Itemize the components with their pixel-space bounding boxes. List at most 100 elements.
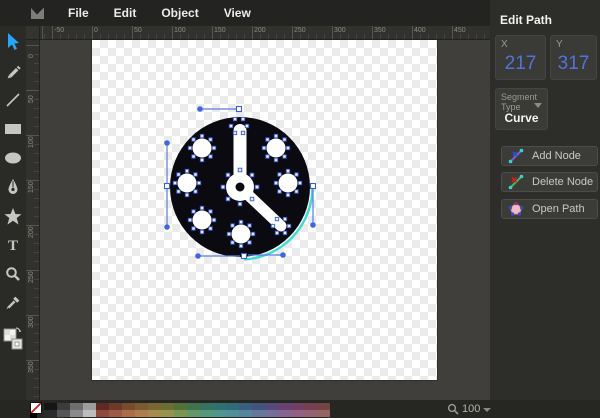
- palette-color[interactable]: [278, 403, 291, 410]
- pencil-tool-icon[interactable]: [2, 58, 24, 84]
- svg-text:T: T: [8, 238, 18, 253]
- palette-color[interactable]: [109, 403, 122, 410]
- palette-color[interactable]: [44, 410, 57, 417]
- current-color-swatch[interactable]: [30, 413, 37, 418]
- text-tool-icon[interactable]: T: [2, 232, 24, 258]
- open-path-icon: [508, 201, 524, 217]
- menu-file[interactable]: File: [64, 4, 93, 22]
- h-ruler-label: 50: [134, 27, 142, 34]
- palette-color[interactable]: [187, 403, 200, 410]
- vertical-ruler: 050100150200250300350400: [26, 40, 40, 400]
- x-field-value[interactable]: 217: [496, 53, 545, 75]
- app-window: File Edit Object View T: [0, 0, 600, 418]
- y-coordinate-field[interactable]: Y 317: [550, 35, 597, 80]
- menu-bar: File Edit Object View: [0, 0, 490, 26]
- palette-color[interactable]: [135, 410, 148, 417]
- horizontal-ruler: -50050100150200250300350400450: [40, 26, 490, 40]
- palette-color[interactable]: [304, 403, 317, 410]
- zoom-dropdown-arrow-icon[interactable]: [483, 408, 491, 412]
- zoom-tool-icon[interactable]: [2, 261, 24, 287]
- delete-node-label: Delete Node: [532, 176, 593, 188]
- segment-type-dropdown[interactable]: Segment Type Curve: [495, 88, 548, 130]
- palette-color[interactable]: [265, 403, 278, 410]
- palette-color[interactable]: [304, 410, 317, 417]
- x-coordinate-field[interactable]: X 217: [495, 35, 546, 80]
- line-tool-icon[interactable]: [2, 87, 24, 113]
- palette-color[interactable]: [278, 410, 291, 417]
- palette-color[interactable]: [239, 403, 252, 410]
- palette-color[interactable]: [70, 403, 83, 410]
- edit-path-panel: Edit Path X 217 Y 317 Segment Type Curve…: [490, 0, 600, 418]
- chevron-down-icon[interactable]: [534, 103, 542, 108]
- delete-node-icon: [508, 174, 524, 190]
- menu-view[interactable]: View: [220, 4, 255, 22]
- y-field-label: Y: [556, 39, 563, 50]
- palette-color[interactable]: [200, 410, 213, 417]
- palette-color[interactable]: [70, 410, 83, 417]
- v-ruler-label: 50: [28, 95, 35, 103]
- palette-color[interactable]: [83, 410, 96, 417]
- delete-node-button[interactable]: Delete Node: [501, 172, 598, 192]
- y-field-value[interactable]: 317: [551, 53, 596, 75]
- fill-stroke-swatches[interactable]: [2, 319, 24, 359]
- palette-color[interactable]: [265, 410, 278, 417]
- palette-color[interactable]: [174, 410, 187, 417]
- eyedropper-tool-icon[interactable]: [2, 290, 24, 316]
- h-ruler-label: 400: [414, 27, 426, 34]
- segment-type-value: Curve: [496, 111, 547, 125]
- add-node-button[interactable]: Add Node: [501, 146, 598, 166]
- palette-color[interactable]: [44, 403, 57, 410]
- palette-color[interactable]: [252, 410, 265, 417]
- palette-color[interactable]: [135, 403, 148, 410]
- v-ruler-label: 200: [28, 226, 35, 238]
- palette-color[interactable]: [161, 410, 174, 417]
- h-ruler-label: 100: [174, 27, 186, 34]
- zoom-level-value[interactable]: 100: [462, 403, 480, 415]
- palette-color[interactable]: [148, 403, 161, 410]
- star-tool-icon[interactable]: [2, 203, 24, 229]
- palette-color[interactable]: [148, 410, 161, 417]
- work-area: [40, 40, 490, 400]
- palette-color[interactable]: [187, 410, 200, 417]
- open-path-label: Open Path: [532, 203, 585, 215]
- palette-color[interactable]: [57, 403, 70, 410]
- app-logo-icon: [30, 6, 46, 20]
- v-ruler-label: 150: [28, 181, 35, 193]
- palette-color[interactable]: [57, 410, 70, 417]
- palette-color[interactable]: [317, 403, 330, 410]
- pen-tool-icon[interactable]: [2, 174, 24, 200]
- canvas[interactable]: [92, 40, 437, 380]
- palette-color[interactable]: [122, 403, 135, 410]
- zoom-control[interactable]: 100: [447, 403, 491, 415]
- select-tool-icon[interactable]: [2, 29, 24, 55]
- palette-color[interactable]: [200, 403, 213, 410]
- palette-color[interactable]: [213, 410, 226, 417]
- palette-color[interactable]: [239, 410, 252, 417]
- palette-color[interactable]: [291, 403, 304, 410]
- menu-edit[interactable]: Edit: [110, 4, 141, 22]
- palette-color[interactable]: [317, 410, 330, 417]
- add-node-label: Add Node: [532, 150, 581, 162]
- palette-color[interactable]: [96, 403, 109, 410]
- open-path-button[interactable]: Open Path: [501, 199, 598, 219]
- clock-artwork-path-editing[interactable]: [92, 40, 437, 380]
- palette-color[interactable]: [252, 403, 265, 410]
- palette-color[interactable]: [226, 410, 239, 417]
- palette-color[interactable]: [109, 410, 122, 417]
- ellipse-tool-icon[interactable]: [2, 145, 24, 171]
- segment-type-label: Segment Type: [501, 92, 537, 112]
- palette-color[interactable]: [291, 410, 304, 417]
- x-field-label: X: [501, 39, 508, 50]
- palette-color[interactable]: [96, 410, 109, 417]
- rectangle-tool-icon[interactable]: [2, 116, 24, 142]
- palette-color[interactable]: [226, 403, 239, 410]
- v-ruler-label: 250: [28, 271, 35, 283]
- palette-color[interactable]: [174, 403, 187, 410]
- h-ruler-label: 200: [254, 27, 266, 34]
- palette-color[interactable]: [122, 410, 135, 417]
- ruler-corner: [26, 26, 40, 40]
- palette-color[interactable]: [161, 403, 174, 410]
- menu-object[interactable]: Object: [157, 4, 202, 22]
- palette-color[interactable]: [213, 403, 226, 410]
- palette-color[interactable]: [83, 403, 96, 410]
